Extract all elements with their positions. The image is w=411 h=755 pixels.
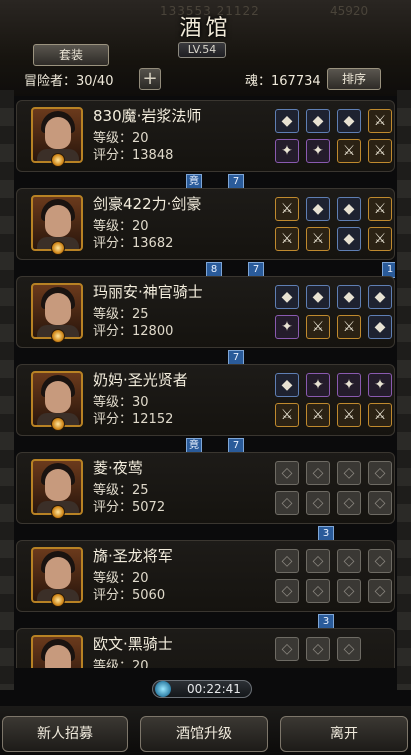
soul-currency: 魂：167734 — [245, 74, 321, 89]
equipment-slot-icon[interactable]: ◇ — [337, 579, 361, 603]
equipment-slot-icon[interactable]: ⚔ — [306, 403, 330, 427]
equipment-slot-icon[interactable]: ◇ — [275, 461, 299, 485]
rank-gem-icon — [51, 241, 65, 255]
right-stone-border — [397, 90, 411, 690]
hero-level: 等级：20 — [93, 659, 149, 668]
equipment-slot-icon[interactable]: ✦ — [368, 373, 392, 397]
equipment-slot-icon[interactable]: ⚔ — [337, 315, 361, 339]
equipment-slot-icon[interactable]: ◇ — [275, 637, 299, 661]
rank-gem-icon — [51, 417, 65, 431]
hero-card[interactable]: 830魔·岩浆法师 等级：20 评分：13848 ◆ ◆ ◆ ⚔ ✦ ✦ ⚔ ⚔ — [16, 100, 395, 172]
hero-card[interactable]: 欧文·黑骑士等级：20 ◇ ◇ ◇ — [16, 628, 395, 668]
equipment-slot-icon[interactable]: ✦ — [306, 139, 330, 163]
hero-name: 菱·夜莺 — [93, 459, 143, 477]
equipment-slot-icon[interactable]: ⚔ — [275, 197, 299, 221]
equipment-slot-icon[interactable]: ◆ — [275, 109, 299, 133]
hero-name: 830魔·岩浆法师 — [93, 107, 202, 125]
equipment-slot-icon[interactable]: ◇ — [368, 491, 392, 515]
tavern-level-badge: LV.54 — [178, 42, 226, 58]
equipment-slot-icon[interactable]: ⚔ — [368, 227, 392, 251]
equipment-slot-icon[interactable]: ◆ — [306, 197, 330, 221]
tavern-upgrade-button[interactable]: 酒馆升级 — [140, 716, 268, 752]
hero-card[interactable]: 剑豪422力·剑豪 等级：20 评分：13682 ⚔ ◆ ◆ ⚔ ⚔ ⚔ ◆ ⚔ — [16, 188, 395, 260]
equipment-slot-icon[interactable]: ◇ — [275, 491, 299, 515]
hero-score: 评分：12152 — [93, 412, 174, 427]
hero-name: 奶妈·圣光贤者 — [93, 371, 188, 389]
equipment-slot-icon[interactable]: ◆ — [337, 197, 361, 221]
equipment-slot-icon[interactable]: ⚔ — [337, 403, 361, 427]
timer-text: 00:22:41 — [187, 682, 241, 696]
equipment-slot-icon[interactable]: ⚔ — [275, 403, 299, 427]
leave-button[interactable]: 离开 — [280, 716, 408, 752]
rank-gem-icon — [51, 505, 65, 519]
equipment-slot-icon[interactable]: ✦ — [306, 373, 330, 397]
hero-card[interactable]: 菱·夜莺 等级：25 评分：5072 ◇ ◇ ◇ ◇ ◇ ◇ ◇ ◇ — [16, 452, 395, 524]
equipment-slot-icon[interactable]: ◆ — [368, 315, 392, 339]
hero-score: 评分：13848 — [93, 148, 174, 163]
equipment-slot-icon[interactable]: ◇ — [275, 579, 299, 603]
equipment-slot-icon[interactable]: ◇ — [337, 461, 361, 485]
equipment-slot-icon[interactable]: ◇ — [337, 491, 361, 515]
equipment-slot-icon[interactable]: ⚔ — [368, 139, 392, 163]
hero-list[interactable]: 830魔·岩浆法师 等级：20 评分：13848 ◆ ◆ ◆ ⚔ ✦ ✦ ⚔ ⚔ 竟 7 剑豪422力·剑… — [16, 98, 395, 668]
hero-score: 评分：12800 — [93, 324, 174, 339]
equipment-slot-icon[interactable]: ◆ — [275, 373, 299, 397]
equipment-slot-icon[interactable]: ◇ — [368, 549, 392, 573]
equipment-slot-icon[interactable]: ◇ — [368, 579, 392, 603]
equipment-slot-icon[interactable]: ⚔ — [306, 227, 330, 251]
set-button[interactable]: 套装 — [33, 44, 109, 66]
recruit-button[interactable]: 新人招募 — [2, 716, 128, 752]
adventurer-count: 冒险者：30/40 — [24, 74, 114, 89]
equipment-slot-icon[interactable]: ⚔ — [368, 109, 392, 133]
hero-card[interactable]: 玛丽安·神官骑士 等级：25 评分：12800 ◆ ◆ ◆ ◆ ✦ ⚔ ⚔ ◆ — [16, 276, 395, 348]
hero-score: 评分：13682 — [93, 236, 174, 251]
equipment-slot-icon[interactable]: ◇ — [337, 549, 361, 573]
clock-icon — [155, 681, 171, 697]
equipment-slot-icon[interactable]: ◆ — [337, 227, 361, 251]
top-header: 133553 21122 45920 酒馆 LV.54 套装 冒险者：30/40… — [0, 0, 411, 96]
add-slot-button[interactable]: + — [139, 68, 161, 90]
equipment-slot-icon[interactable]: ◆ — [306, 109, 330, 133]
equipment-slot-icon[interactable]: ◆ — [337, 285, 361, 309]
equipment-slot-icon[interactable]: ✦ — [275, 139, 299, 163]
left-stone-border — [0, 90, 14, 690]
hero-name: 欧文·黑骑士 — [93, 635, 173, 653]
rank-gem-icon — [51, 153, 65, 167]
hero-portrait[interactable] — [31, 635, 83, 668]
hero-card[interactable]: 奶妈·圣光贤者 等级：30 评分：12152 ◆ ✦ ✦ ✦ ⚔ ⚔ ⚔ ⚔ — [16, 364, 395, 436]
equipment-slot-icon[interactable]: ⚔ — [275, 227, 299, 251]
hero-name: 旖·圣龙将军 — [93, 547, 173, 565]
equipment-slot-icon[interactable]: ◇ — [306, 491, 330, 515]
equipment-slot-icon[interactable]: ◇ — [306, 637, 330, 661]
hero-score: 评分：5072 — [93, 500, 166, 515]
equipment-slot-icon[interactable]: ◆ — [368, 285, 392, 309]
rank-gem-icon — [51, 593, 65, 607]
hero-card[interactable]: 旖·圣龙将军 等级：20 评分：5060 ◇ ◇ ◇ ◇ ◇ ◇ ◇ ◇ — [16, 540, 395, 612]
hero-score: 评分：5060 — [93, 588, 166, 603]
hero-name: 剑豪422力·剑豪 — [93, 195, 202, 213]
equipment-slot-icon[interactable]: ◇ — [306, 579, 330, 603]
equipment-slot-icon[interactable]: ✦ — [275, 315, 299, 339]
equipment-slot-icon[interactable]: ◆ — [275, 285, 299, 309]
equipment-slot-icon[interactable]: ◇ — [368, 461, 392, 485]
equipment-slot-icon[interactable]: ◇ — [306, 549, 330, 573]
equipment-slot-icon[interactable]: ⚔ — [306, 315, 330, 339]
equipment-slot-icon[interactable]: ◆ — [306, 285, 330, 309]
page-title: 酒馆 — [179, 16, 232, 41]
equipment-slot-icon[interactable]: ◆ — [337, 109, 361, 133]
equipment-slot-icon[interactable]: ✦ — [337, 373, 361, 397]
equipment-slot-icon[interactable]: ⚔ — [368, 197, 392, 221]
equipment-slot-icon[interactable]: ◇ — [306, 461, 330, 485]
rank-gem-icon — [51, 329, 65, 343]
equipment-slot-icon[interactable]: ◇ — [337, 637, 361, 661]
equipment-slot-icon[interactable]: ⚔ — [337, 139, 361, 163]
equipment-slot-icon[interactable]: ◇ — [275, 549, 299, 573]
equipment-slot-icon[interactable]: ⚔ — [368, 403, 392, 427]
sort-button[interactable]: 排序 — [327, 68, 381, 90]
hero-name: 玛丽安·神官骑士 — [93, 283, 203, 301]
timer: 00:22:41 — [152, 680, 252, 698]
